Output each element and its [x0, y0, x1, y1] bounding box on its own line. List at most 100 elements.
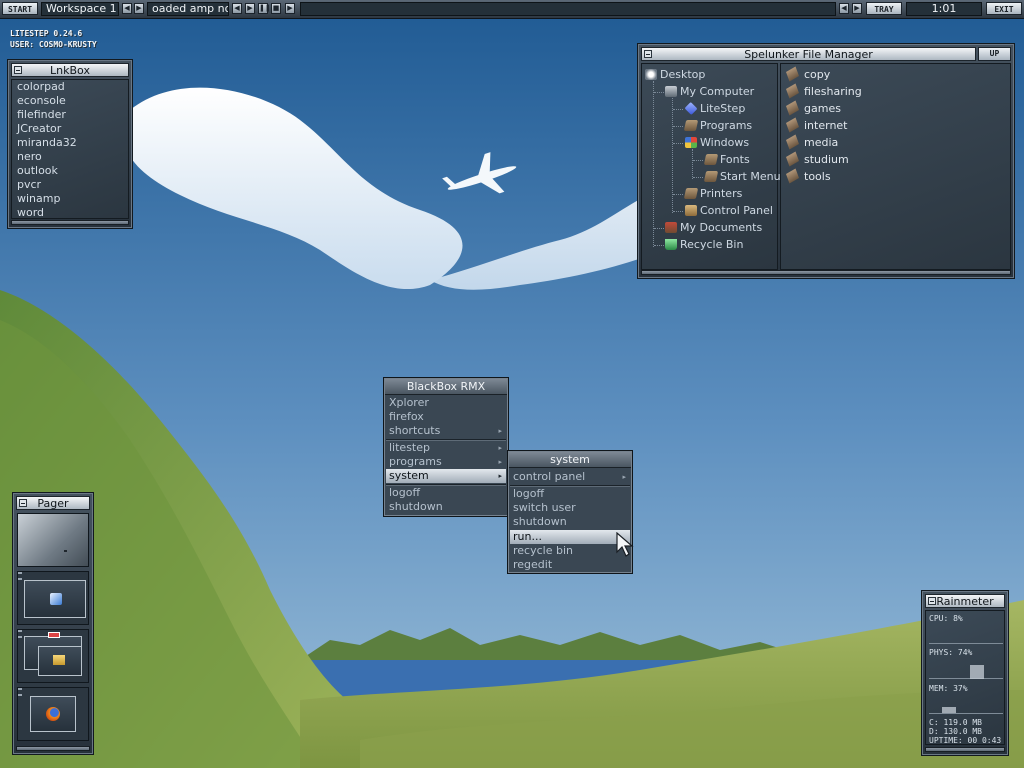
litestep-version: LITESTEP 0.24.6	[10, 29, 83, 38]
menu-item-switch-user[interactable]: switch user	[510, 501, 630, 515]
lnkbox-item-jcreator[interactable]: JCreator	[12, 122, 128, 136]
tree-item-desktop[interactable]: Desktop	[645, 67, 705, 83]
system-submenu: system control panel ▸ logoff switch user…	[507, 450, 633, 574]
submenu-arrow-icon: ▸	[622, 473, 626, 481]
lnkbox-item-filefinder[interactable]: filefinder	[12, 108, 128, 122]
pager-title-text: Pager	[37, 497, 69, 510]
lnkbox-item-pvcr[interactable]: pvcr	[12, 178, 128, 192]
amp-play-button[interactable]: ▶	[245, 3, 255, 14]
workspace-label[interactable]: Workspace 1	[41, 2, 119, 16]
file-manager-title[interactable]: Spelunker File Manager	[641, 47, 976, 61]
tree-item-recycle-bin[interactable]: Recycle Bin	[665, 237, 743, 253]
menu-item-label: litestep	[389, 441, 430, 454]
up-button[interactable]: UP	[978, 47, 1011, 61]
tree-label: Printers	[700, 187, 743, 200]
folder-icon	[703, 154, 719, 165]
tasks-prev-button[interactable]: ◀	[839, 3, 849, 14]
tree-item-control-panel[interactable]: Control Panel	[685, 203, 773, 219]
control-panel-icon	[685, 205, 697, 216]
lnkbox-item-miranda32[interactable]: miranda32	[12, 136, 128, 150]
amp-prev-button[interactable]: ◀	[232, 3, 242, 14]
lnkbox-title[interactable]: LnkBox	[11, 63, 129, 77]
tree-item-programs[interactable]: Programs	[683, 118, 752, 134]
minimize-icon[interactable]	[19, 499, 27, 507]
menu-item-regedit[interactable]: regedit	[510, 558, 630, 572]
grip-icon	[18, 688, 22, 696]
folder-item-filesharing[interactable]: filesharing	[786, 83, 862, 100]
pager-desktop-4[interactable]	[17, 687, 89, 741]
lnkbox-item-winamp[interactable]: winamp	[12, 192, 128, 206]
minimize-icon[interactable]	[928, 597, 936, 605]
minimize-icon[interactable]	[14, 66, 22, 74]
menu-item-litestep[interactable]: litestep ▸	[386, 441, 506, 455]
tree-item-my-documents[interactable]: My Documents	[665, 220, 762, 236]
submenu-arrow-icon: ▸	[498, 444, 502, 452]
menu-item-shutdown[interactable]: shutdown	[510, 515, 630, 529]
start-button[interactable]: START	[2, 2, 38, 15]
tray-button[interactable]: TRAY	[866, 2, 902, 15]
menu-item-label: shortcuts	[389, 424, 441, 437]
menu-item-recycle-bin[interactable]: recycle bin	[510, 544, 630, 558]
task-area[interactable]	[300, 2, 836, 16]
menu-item-label: control panel	[513, 470, 586, 483]
folder-item-media[interactable]: media	[786, 134, 838, 151]
menu-item-label: run...	[513, 530, 542, 543]
amp-stop-button[interactable]: ■	[271, 3, 281, 14]
tree-item-my-computer[interactable]: My Computer	[665, 84, 754, 100]
lnkbox-item-outlook[interactable]: outlook	[12, 164, 128, 178]
lnkbox-item-econsole[interactable]: econsole	[12, 94, 128, 108]
folder-label: copy	[804, 68, 831, 81]
pager-desktop-3[interactable]	[17, 629, 89, 683]
pager-desktop-2[interactable]	[17, 571, 89, 625]
folder-item-tools[interactable]: tools	[786, 168, 831, 185]
pager-window-thumb[interactable]	[24, 580, 86, 618]
pager-title[interactable]: Pager	[16, 496, 90, 510]
workspace-next-button[interactable]: ▶	[134, 3, 144, 14]
lnkbox-item-nero[interactable]: nero	[12, 150, 128, 164]
menu-item-label: programs	[389, 455, 442, 468]
tasks-next-button[interactable]: ▶	[852, 3, 862, 14]
tree-item-litestep[interactable]: LiteStep	[684, 101, 745, 117]
minimize-icon[interactable]	[644, 50, 652, 58]
workspace-prev-button[interactable]: ◀	[122, 3, 132, 14]
menu-item-system[interactable]: system ▸	[386, 469, 506, 483]
tree-item-printers[interactable]: Printers	[683, 186, 743, 202]
menu-item-xplorer[interactable]: Xplorer	[386, 396, 506, 410]
lnkbox-item-colorpad[interactable]: colorpad	[12, 80, 128, 94]
folder-item-internet[interactable]: internet	[786, 117, 848, 134]
amp-next-button[interactable]: ▶	[285, 3, 295, 14]
folder-item-copy[interactable]: copy	[786, 66, 831, 83]
tree-item-windows[interactable]: Windows	[685, 135, 749, 151]
menu-item-shortcuts[interactable]: shortcuts ▸	[386, 424, 506, 438]
lnkbox-title-text: LnkBox	[50, 64, 90, 77]
system-info: LITESTEP 0.24.6 USER: COSMO-KRUSTY	[10, 28, 97, 50]
pager-window-thumb[interactable]	[38, 646, 82, 676]
menu-item-control-panel[interactable]: control panel ▸	[510, 470, 630, 484]
lnkbox-item-word[interactable]: word	[12, 206, 128, 220]
folder-item-studium[interactable]: studium	[786, 151, 849, 168]
menu-item-programs[interactable]: programs ▸	[386, 455, 506, 469]
rainmeter-title[interactable]: Rainmeter	[925, 594, 1005, 608]
menu-item-shutdown[interactable]: shutdown	[386, 500, 506, 514]
amp-ticker: oaded amp not	[147, 2, 229, 16]
menu-item-firefox[interactable]: firefox	[386, 410, 506, 424]
menu-item-logoff[interactable]: logoff	[386, 486, 506, 500]
pager-desktop-1[interactable]	[17, 513, 89, 567]
exit-button[interactable]: EXIT	[986, 2, 1022, 15]
tree-item-start-menu[interactable]: Start Menu	[703, 169, 781, 185]
printer-icon	[683, 188, 699, 199]
pager-window-thumb[interactable]	[30, 696, 76, 732]
folder-item-games[interactable]: games	[786, 100, 841, 117]
amp-pause-button[interactable]: ❚❚	[258, 3, 271, 14]
folder-icon	[786, 168, 799, 184]
file-manager-title-text: Spelunker File Manager	[744, 48, 873, 61]
menu-item-run[interactable]: run...	[510, 530, 630, 544]
menu-item-label: recycle bin	[513, 544, 573, 557]
menu-item-label: Xplorer	[389, 396, 429, 409]
disk-d-label: D: 130.0 MB	[929, 727, 982, 736]
computer-icon	[665, 86, 677, 97]
tree-item-fonts[interactable]: Fonts	[703, 152, 750, 168]
menu-item-logoff[interactable]: logoff	[510, 487, 630, 501]
folder-icon	[786, 66, 799, 82]
cpu-meter	[929, 643, 1003, 644]
